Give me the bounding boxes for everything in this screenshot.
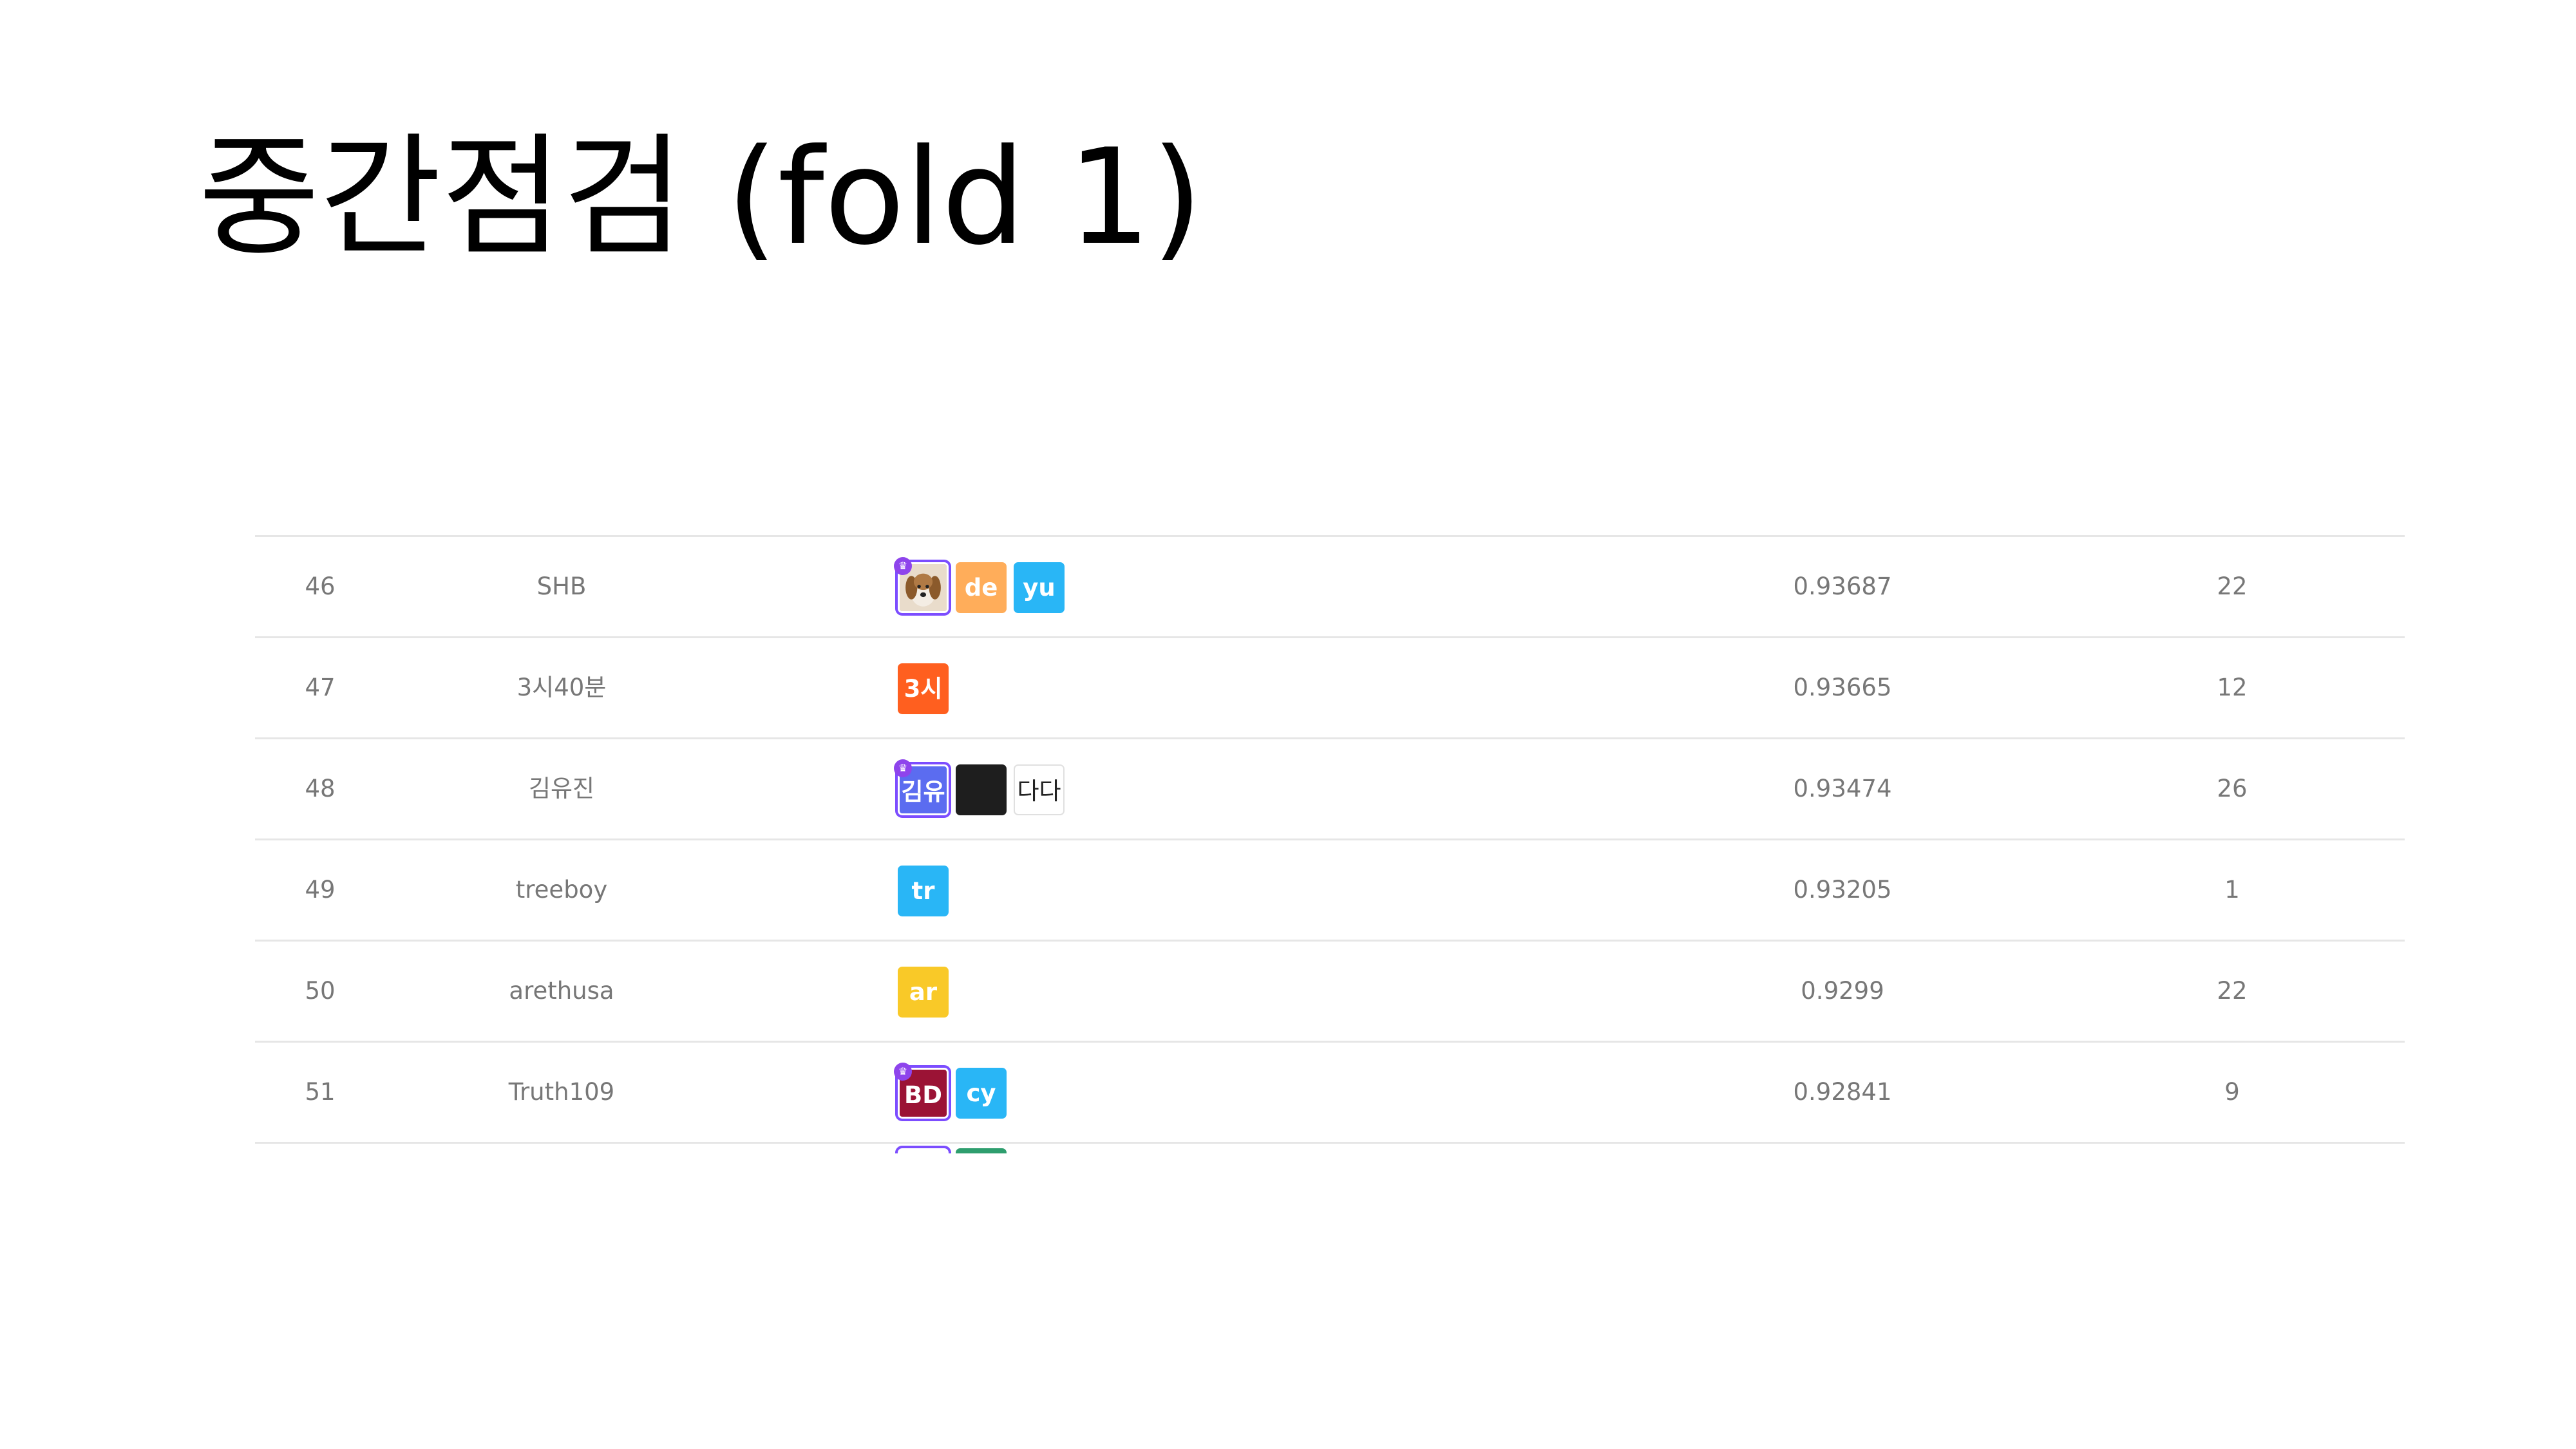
team-name-link[interactable]: 3시40분 <box>491 638 632 737</box>
member-avatar[interactable]: 다다 <box>1014 764 1065 815</box>
score-cell: 0.92841 <box>1793 1078 1892 1106</box>
table-row-partial <box>255 1141 2405 1153</box>
table-row[interactable]: 50arethusa0.92992219일 전ar <box>255 942 2405 1043</box>
member-avatar[interactable] <box>956 1148 1007 1153</box>
rank-cell: 48 <box>305 775 336 802</box>
submission-count-cell: 9 <box>2224 1078 2240 1106</box>
rank-cell: 49 <box>305 876 336 904</box>
submission-count-cell: 12 <box>2217 674 2248 701</box>
score-cell: 0.93474 <box>1793 775 1892 802</box>
crown-icon: ♛ <box>894 1063 912 1081</box>
rank-cell: 51 <box>305 1078 336 1106</box>
member-avatar[interactable]: ♛ <box>894 557 951 616</box>
team-name-link[interactable]: Truth109 <box>491 1043 632 1142</box>
member-initials: 김유 <box>901 778 945 806</box>
team-name-link[interactable]: SHB <box>491 537 632 636</box>
leaderboard-table: 46SHB0.93687222일 전♛deyu473시40분0.93665127… <box>255 535 2405 1179</box>
rank-cell: 46 <box>305 573 336 600</box>
crown-icon: ♛ <box>894 557 912 575</box>
table-row[interactable]: 473시40분0.93665127시간 전3시 <box>255 638 2405 739</box>
table-row[interactable]: 51Truth1090.92841913일 전BD♛cy <box>255 1043 2405 1144</box>
member-initials: 다다 <box>1017 777 1061 805</box>
table-row[interactable]: 48김유진0.934742614시간 전김유♛다다 <box>255 739 2405 840</box>
rank-cell: 47 <box>305 674 336 701</box>
crown-icon: ♛ <box>894 759 912 777</box>
member-initials: 3시 <box>904 675 943 703</box>
member-initials: de <box>964 574 998 601</box>
member-avatar[interactable] <box>895 1146 951 1153</box>
table-row[interactable]: 49treeboy0.93205116시간 전tr <box>255 840 2405 942</box>
member-avatar[interactable]: 김유 ♛ <box>894 759 951 818</box>
team-name-link[interactable]: treeboy <box>491 840 632 940</box>
rank-cell: 50 <box>305 977 336 1005</box>
member-initials: ar <box>909 978 938 1006</box>
score-cell: 0.93665 <box>1793 674 1892 701</box>
member-avatar[interactable]: de <box>956 562 1007 613</box>
score-cell: 0.93205 <box>1793 876 1892 904</box>
member-avatar[interactable]: cy <box>956 1068 1007 1119</box>
submission-count-cell: 22 <box>2217 573 2248 600</box>
team-name-link[interactable]: arethusa <box>491 942 632 1041</box>
member-initials: cy <box>966 1079 996 1107</box>
member-avatar[interactable]: yu <box>1014 562 1065 613</box>
submission-count-cell: 22 <box>2217 977 2248 1005</box>
submission-count-cell: 26 <box>2217 775 2248 802</box>
member-avatar[interactable]: tr <box>898 866 949 916</box>
team-name-link[interactable]: 김유진 <box>491 739 632 838</box>
submission-count-cell: 1 <box>2224 876 2240 904</box>
member-initials: BD <box>904 1081 942 1109</box>
score-cell: 0.9299 <box>1801 977 1884 1005</box>
member-initials: yu <box>1023 574 1056 601</box>
member-avatar[interactable]: ar <box>898 967 949 1018</box>
member-avatar[interactable]: BD ♛ <box>894 1063 951 1121</box>
member-initials: tr <box>911 877 935 905</box>
member-avatar[interactable] <box>956 764 1007 815</box>
slide-title: 중간점검 (fold 1) <box>198 121 1203 274</box>
table-row[interactable]: 46SHB0.93687222일 전♛deyu <box>255 537 2405 638</box>
score-cell: 0.93687 <box>1793 573 1892 600</box>
member-avatar[interactable]: 3시 <box>898 663 949 714</box>
